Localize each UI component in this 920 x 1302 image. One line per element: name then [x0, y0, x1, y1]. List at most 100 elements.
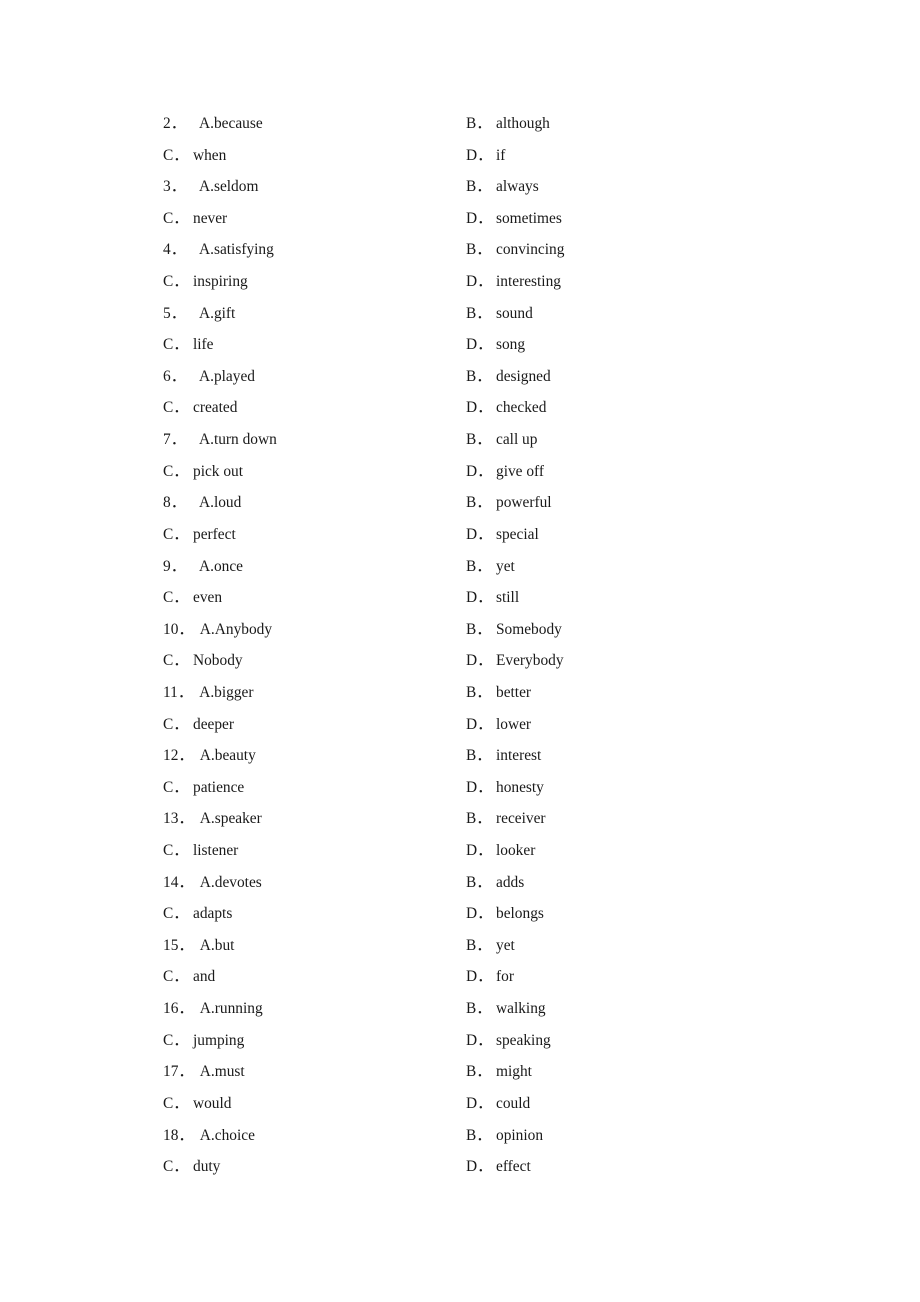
- option-d-text: sometimes: [496, 209, 562, 227]
- option-b-cell[interactable]: B． call up: [466, 424, 537, 456]
- option-d-cell[interactable]: D． effect: [466, 1151, 531, 1183]
- option-d-cell[interactable]: D． could: [466, 1088, 530, 1120]
- option-c-cell[interactable]: C． would: [163, 1088, 231, 1120]
- question-row-cd: C． when D． if: [163, 140, 783, 172]
- option-b-marker: B．: [466, 431, 492, 449]
- option-c-cell[interactable]: C． duty: [163, 1151, 220, 1183]
- option-b-cell[interactable]: B． receiver: [466, 803, 546, 835]
- option-d-cell[interactable]: D． interesting: [466, 266, 561, 298]
- option-b-cell[interactable]: B． designed: [466, 361, 551, 393]
- option-d-marker: D．: [466, 525, 493, 543]
- option-d-marker: D．: [466, 1031, 493, 1049]
- option-d-marker: D．: [466, 336, 493, 354]
- option-b-cell[interactable]: B． better: [466, 677, 531, 709]
- option-c-text: duty: [193, 1158, 221, 1176]
- option-d-cell[interactable]: D． for: [466, 961, 514, 993]
- option-a-cell[interactable]: 14． A.devotes: [163, 867, 262, 899]
- option-a-text: A.turn down: [199, 431, 277, 449]
- option-b-cell[interactable]: B． might: [466, 1056, 532, 1088]
- option-a-cell[interactable]: 11． A.bigger: [163, 677, 254, 709]
- question-number: 10．: [163, 620, 194, 638]
- question-number: 9．: [163, 557, 187, 575]
- option-c-cell[interactable]: C． inspiring: [163, 266, 248, 298]
- option-b-cell[interactable]: B． always: [466, 171, 539, 203]
- question-number: 4．: [163, 241, 187, 259]
- option-b-cell[interactable]: B． powerful: [466, 487, 552, 519]
- option-b-text: call up: [496, 431, 538, 449]
- question-row-ab: 10． A.Anybody B． Somebody: [163, 614, 783, 646]
- question-row-cd: C． never D． sometimes: [163, 203, 783, 235]
- option-c-cell[interactable]: C． patience: [163, 772, 244, 804]
- option-c-cell[interactable]: C． and: [163, 961, 215, 993]
- option-d-cell[interactable]: D． belongs: [466, 898, 544, 930]
- option-b-cell[interactable]: B． convincing: [466, 234, 564, 266]
- option-c-text: life: [193, 336, 214, 354]
- option-b-cell[interactable]: B． sound: [466, 298, 533, 330]
- option-c-cell[interactable]: C． never: [163, 203, 227, 235]
- option-b-cell[interactable]: B． opinion: [466, 1120, 543, 1152]
- option-d-text: checked: [496, 399, 547, 417]
- option-d-cell[interactable]: D． lower: [466, 709, 531, 741]
- option-a-cell[interactable]: 9． A.once: [163, 551, 243, 583]
- option-a-cell[interactable]: 8． A.loud: [163, 487, 241, 519]
- option-c-cell[interactable]: C． deeper: [163, 709, 234, 741]
- option-c-cell[interactable]: C． pick out: [163, 456, 243, 488]
- option-c-marker: C．: [163, 273, 189, 291]
- option-b-marker: B．: [466, 178, 492, 196]
- option-d-cell[interactable]: D． give off: [466, 456, 544, 488]
- option-d-cell[interactable]: D． speaking: [466, 1025, 551, 1057]
- option-a-cell[interactable]: 12． A.beauty: [163, 740, 256, 772]
- option-b-cell[interactable]: B． walking: [466, 993, 546, 1025]
- option-d-cell[interactable]: D． still: [466, 582, 519, 614]
- option-d-cell[interactable]: D． looker: [466, 835, 535, 867]
- option-c-cell[interactable]: C． adapts: [163, 898, 232, 930]
- option-d-cell[interactable]: D． honesty: [466, 772, 544, 804]
- question-number: 15．: [163, 936, 194, 954]
- option-a-cell[interactable]: 6． A.played: [163, 361, 255, 393]
- option-c-cell[interactable]: C． Nobody: [163, 645, 243, 677]
- option-a-cell[interactable]: 13． A.speaker: [163, 803, 262, 835]
- option-d-marker: D．: [466, 905, 493, 923]
- option-c-cell[interactable]: C． created: [163, 392, 237, 424]
- option-a-cell[interactable]: 15． A.but: [163, 930, 234, 962]
- option-c-cell[interactable]: C． listener: [163, 835, 238, 867]
- option-a-cell[interactable]: 17． A.must: [163, 1056, 245, 1088]
- question-row-cd: C． even D． still: [163, 582, 783, 614]
- option-c-marker: C．: [163, 715, 189, 733]
- option-a-text: A.must: [199, 1063, 245, 1081]
- option-c-cell[interactable]: C． even: [163, 582, 222, 614]
- option-b-cell[interactable]: B． yet: [466, 930, 515, 962]
- option-a-cell[interactable]: 7． A.turn down: [163, 424, 277, 456]
- option-c-cell[interactable]: C． life: [163, 329, 214, 361]
- option-a-cell[interactable]: 4． A.satisfying: [163, 234, 274, 266]
- question-row-ab: 2． A.because B． although: [163, 108, 783, 140]
- option-a-cell[interactable]: 2． A.because: [163, 108, 263, 140]
- option-d-marker: D．: [466, 399, 493, 417]
- option-b-cell[interactable]: B． yet: [466, 551, 515, 583]
- option-a-cell[interactable]: 18． A.choice: [163, 1120, 255, 1152]
- option-d-cell[interactable]: D． checked: [466, 392, 546, 424]
- option-d-cell[interactable]: D． if: [466, 140, 505, 172]
- option-c-cell[interactable]: C． jumping: [163, 1025, 244, 1057]
- option-b-cell[interactable]: B． adds: [466, 867, 524, 899]
- option-a-cell[interactable]: 5． A.gift: [163, 298, 235, 330]
- option-b-marker: B．: [466, 747, 492, 765]
- option-d-cell[interactable]: D． song: [466, 329, 525, 361]
- option-a-cell[interactable]: 16． A.running: [163, 993, 263, 1025]
- option-d-cell[interactable]: D． sometimes: [466, 203, 562, 235]
- option-b-cell[interactable]: B． interest: [466, 740, 541, 772]
- question-row-cd: C． duty D． effect: [163, 1151, 783, 1183]
- option-c-cell[interactable]: C． when: [163, 140, 226, 172]
- option-c-marker: C．: [163, 1031, 189, 1049]
- option-b-cell[interactable]: B． although: [466, 108, 550, 140]
- option-a-text: A.beauty: [199, 747, 256, 765]
- option-a-text: A.bigger: [199, 683, 254, 701]
- option-a-cell[interactable]: 10． A.Anybody: [163, 614, 272, 646]
- option-a-cell[interactable]: 3． A.seldom: [163, 171, 258, 203]
- option-a-text: A.choice: [199, 1126, 255, 1144]
- option-b-cell[interactable]: B． Somebody: [466, 614, 562, 646]
- option-c-cell[interactable]: C． perfect: [163, 519, 236, 551]
- option-d-cell[interactable]: D． Everybody: [466, 645, 564, 677]
- option-a-text: A.seldom: [199, 178, 259, 196]
- option-d-cell[interactable]: D． special: [466, 519, 539, 551]
